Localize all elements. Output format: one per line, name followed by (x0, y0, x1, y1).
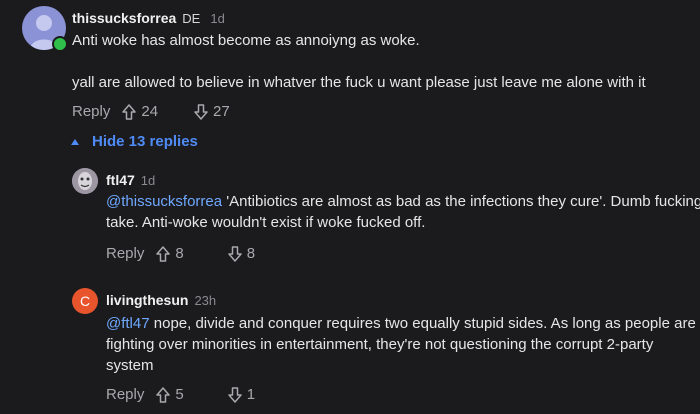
downvote-count: 1 (246, 386, 256, 403)
user-flair: DE (182, 11, 201, 26)
comment-body-line: Anti woke has almost become as annoiyng … (72, 32, 420, 49)
upvote-button[interactable]: 24 (122, 103, 158, 120)
comment-body-line: system (106, 357, 154, 374)
downvote-count: 8 (246, 245, 256, 262)
downvote-button[interactable]: 27 (194, 103, 230, 120)
hide-replies-label: Hide 13 replies (92, 133, 198, 150)
reply-button[interactable]: Reply (106, 245, 144, 262)
upvote-button[interactable]: 8 (156, 245, 184, 262)
comment-body-line: fighting over minorities in entertainmen… (106, 336, 654, 353)
user-mention-link[interactable]: @ftl47 (106, 315, 150, 332)
online-indicator (52, 36, 68, 52)
collapse-triangle-icon (71, 138, 79, 145)
downvote-count: 27 (213, 103, 230, 120)
hide-replies-button[interactable]: Hide 13 replies (70, 133, 198, 150)
username[interactable]: ftl47 (106, 172, 135, 188)
reply-button[interactable]: Reply (72, 103, 110, 120)
upvote-icon (156, 245, 171, 262)
downvote-icon (194, 103, 208, 120)
downvote-button[interactable]: 8 (227, 245, 256, 262)
comment-body-line: @thissucksforrea 'Antibiotics are almost… (106, 191, 700, 212)
downvote-button[interactable]: 1 (227, 386, 256, 403)
timestamp: 1d (210, 11, 225, 26)
downvote-icon (227, 245, 242, 262)
upvote-icon (156, 386, 171, 403)
reply-button[interactable]: Reply (106, 386, 144, 403)
timestamp: 1d (140, 173, 156, 188)
upvote-count: 5 (175, 386, 184, 403)
username[interactable]: livingthesun (106, 292, 188, 308)
comment-body-line: yall are allowed to believe in whatver t… (72, 74, 646, 91)
avatar[interactable] (72, 168, 98, 194)
avatar-letter: C (79, 293, 91, 309)
comment-text: nope, divide and conquer requires two eq… (149, 315, 696, 332)
upvote-count: 8 (175, 245, 184, 262)
upvote-button[interactable]: 5 (156, 386, 184, 403)
comment-body-line: @ftl47 nope, divide and conquer requires… (106, 313, 696, 334)
upvote-icon (122, 103, 137, 120)
avatar[interactable]: C (72, 288, 98, 314)
timestamp: 23h (194, 293, 217, 308)
downvote-icon (227, 386, 242, 403)
upvote-count: 24 (141, 103, 159, 120)
user-face-icon (72, 168, 98, 194)
user-mention-link[interactable]: @thissucksforrea (106, 193, 222, 210)
comment-body-line: take. Anti-woke wouldn't exist if woke f… (106, 214, 426, 231)
username[interactable]: thissucksforrea (72, 10, 176, 26)
comment-text: 'Antibiotics are almost as bad as the in… (222, 193, 700, 210)
